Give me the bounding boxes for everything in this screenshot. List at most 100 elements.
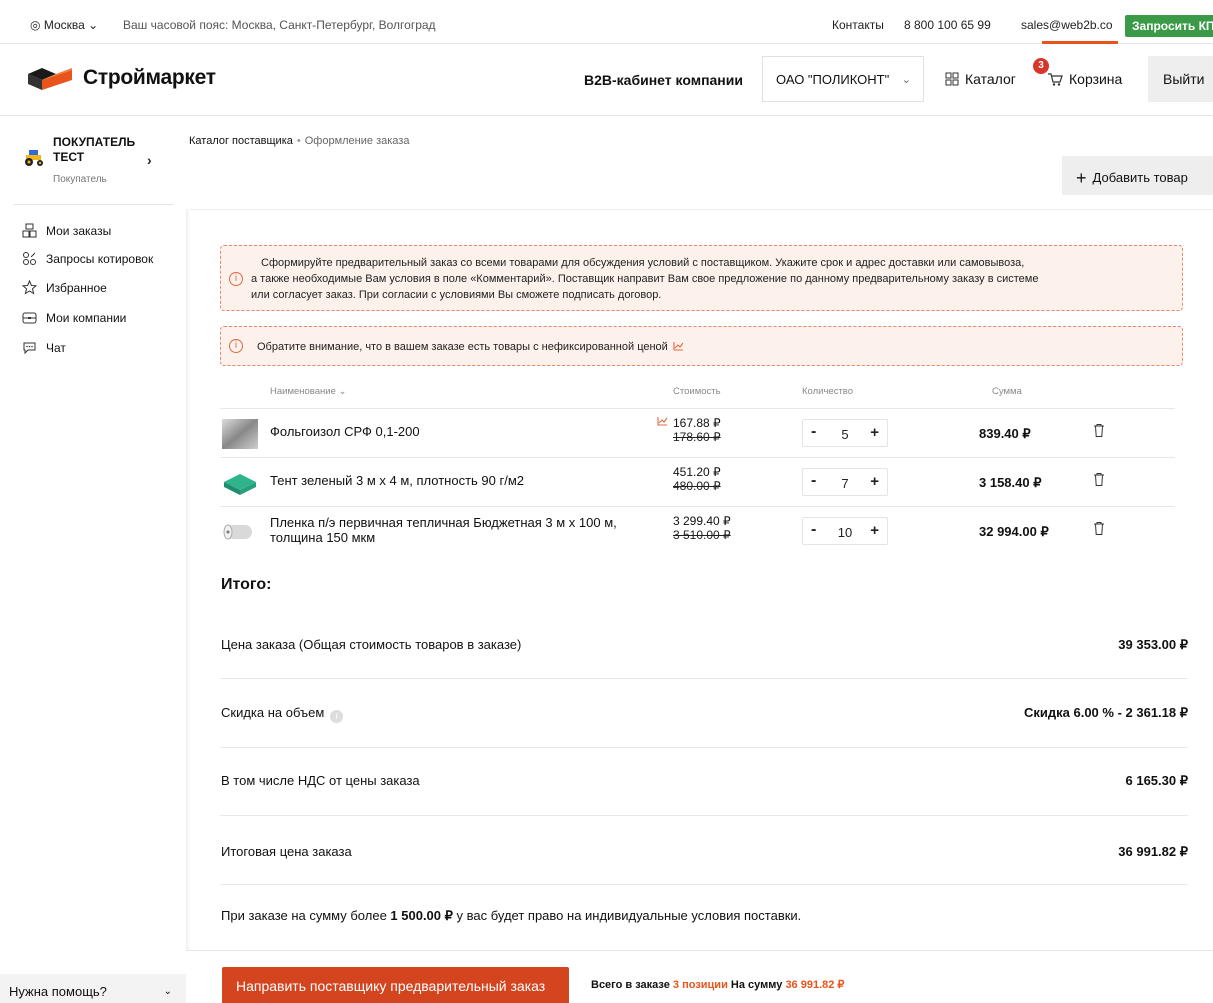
catalog-grid-icon — [945, 72, 959, 86]
notice-text: Обратите внимание, что в вашем заказе ес… — [257, 341, 668, 353]
product-name[interactable]: Фольгоизол СРФ 0,1-200 — [270, 424, 670, 439]
add-product-label: Добавить товар — [1092, 170, 1188, 185]
column-header-quantity: Количество — [802, 386, 854, 397]
orders-icon — [22, 223, 37, 238]
row-sum: 32 994.00 ₽ — [979, 524, 1049, 539]
divider — [220, 678, 1188, 679]
order-info-notice: i Сформируйте предварительный заказ со в… — [220, 245, 1183, 311]
user-name: ПОКУПАТЕЛЬ ТЕСТ — [53, 135, 135, 165]
logout-button[interactable]: Выйти — [1148, 56, 1213, 102]
chevron-down-icon: ⌄ — [901, 74, 911, 86]
info-icon: i — [229, 339, 243, 353]
divider — [220, 815, 1188, 816]
row-sum: 839.40 ₽ — [979, 426, 1031, 441]
column-header-sum: Сумма — [992, 386, 1022, 397]
info-icon[interactable]: i — [330, 710, 344, 723]
sidebar-item-label: Запросы котировок — [46, 252, 154, 266]
cart-icon — [1048, 73, 1063, 86]
contacts-link[interactable]: Контакты — [832, 18, 884, 32]
current-price: 3 299.40 ₽ — [673, 514, 731, 528]
user-role: Покупатель — [53, 174, 107, 185]
summary-sum-value: 36 991.82 ₽ — [785, 979, 845, 991]
column-header-label: Наименование — [270, 386, 336, 397]
company-select-value: ОАО "ПОЛИКОНТ" — [776, 72, 890, 87]
sidebar-item-quotes[interactable]: Запросы котировок — [22, 251, 153, 266]
timezone-text: Ваш часовой пояс: Москва, Санкт-Петербур… — [123, 18, 436, 32]
summary-positions: 3 позиции — [672, 979, 728, 991]
sidebar: ПОКУПАТЕЛЬ ТЕСТ Покупатель › Мои заказы … — [0, 116, 186, 1003]
panel-shadow — [186, 209, 190, 1003]
old-price: 3 510.00 ₽ — [673, 528, 731, 542]
chevron-down-icon: ⌄ — [338, 386, 347, 397]
increment-button[interactable]: + — [870, 522, 879, 539]
sidebar-item-companies[interactable]: Мои компании — [22, 310, 126, 325]
discount-label-text: Скидка на объем — [221, 705, 325, 720]
sidebar-item-label: Избранное — [46, 281, 107, 295]
sidebar-item-chat[interactable]: Чат — [22, 340, 66, 355]
breadcrumb-parent[interactable]: Каталог поставщика — [189, 135, 293, 147]
plus-icon: + — [1076, 168, 1087, 188]
trash-icon[interactable] — [1093, 423, 1105, 438]
catalog-label: Каталог — [965, 71, 1016, 87]
product-name-line: Пленка п/э первичная тепличная Бюджетная… — [270, 515, 617, 530]
trash-icon[interactable] — [1093, 521, 1105, 536]
product-thumbnail[interactable] — [222, 468, 258, 498]
quantity-stepper: - 10 + — [802, 517, 888, 545]
product-thumbnail[interactable] — [222, 517, 258, 547]
product-name[interactable]: Тент зеленый 3 м х 4 м, плотность 90 г/м… — [270, 473, 670, 488]
catalog-link[interactable]: Каталог — [945, 71, 1016, 87]
column-header-name[interactable]: Наименование ⌄ — [270, 386, 346, 397]
chevron-down-icon: ⌄ — [163, 986, 172, 997]
old-price: 178.60 ₽ — [673, 430, 721, 444]
main-content: Каталог поставщика • Оформление заказа + До… — [186, 116, 1213, 1003]
logo-icon[interactable] — [26, 64, 74, 92]
phone-link[interactable]: 8 800 100 65 99 — [904, 18, 991, 32]
sidebar-item-label: Мои заказы — [46, 224, 112, 238]
sidebar-item-label: Мои компании — [46, 311, 127, 325]
submit-preorder-button[interactable]: Направить поставщику предварительный зак… — [222, 967, 569, 1003]
increment-button[interactable]: + — [870, 473, 879, 490]
logo-text[interactable]: Строймаркет — [83, 66, 216, 90]
company-select[interactable]: ОАО "ПОЛИКОНТ" ⌄ — [762, 56, 924, 102]
help-label: Нужна помощь? — [9, 984, 107, 999]
floating-price-icon — [657, 417, 668, 426]
product-thumbnail[interactable] — [222, 419, 258, 449]
divider — [220, 747, 1188, 748]
price-warning-notice: i Обратите внимание, что в вашем заказе … — [220, 326, 1183, 366]
city-selector[interactable]: ◎ Москва ⌄ — [30, 18, 98, 32]
row-sum: 3 158.40 ₽ — [979, 475, 1042, 490]
trash-icon[interactable] — [1093, 472, 1105, 487]
quantity-stepper: - 7 + — [802, 468, 888, 496]
cart-link[interactable]: Корзина — [1047, 71, 1122, 87]
notice-line: а также необходимые Вам условия в поле «… — [251, 273, 1039, 285]
help-toggle[interactable]: Нужна помощь? ⌄ — [0, 974, 186, 1003]
b2b-cabinet-label: B2B-кабинет компании — [584, 72, 743, 88]
tractor-avatar-icon — [25, 150, 43, 166]
bottom-action-bar: Направить поставщику предварительный зак… — [186, 950, 1213, 1003]
add-product-button[interactable]: + Добавить товар — [1062, 156, 1213, 195]
discount-label: Скидка на объем i — [221, 705, 344, 723]
increment-button[interactable]: + — [870, 424, 879, 441]
breadcrumb-current: Оформление заказа — [304, 135, 410, 147]
current-price: 451.20 ₽ — [673, 465, 721, 479]
city-label: Москва — [43, 18, 85, 32]
email-link[interactable]: sales@web2b.co — [1021, 18, 1113, 32]
floating-price-icon — [673, 342, 684, 351]
request-quote-button[interactable]: Запросить КП — [1125, 15, 1213, 37]
sidebar-item-favorites[interactable]: Избранное — [22, 280, 107, 295]
user-name-line2: ТЕСТ — [53, 150, 85, 164]
star-icon — [22, 280, 37, 295]
briefcase-icon — [22, 312, 37, 324]
sidebar-item-orders[interactable]: Мои заказы — [22, 223, 111, 238]
table-row: Тент зеленый 3 м х 4 м, плотность 90 г/м… — [220, 457, 1175, 506]
divider — [14, 204, 174, 205]
final-price-label: Итоговая цена заказа — [221, 844, 352, 859]
chevron-down-icon: ⌄ — [88, 18, 99, 32]
table-row: Пленка п/э первичная тепличная Бюджетная… — [220, 506, 1175, 558]
order-summary: Всего в заказе 3 позиции На сумму 36 991… — [591, 978, 844, 991]
user-profile[interactable]: ПОКУПАТЕЛЬ ТЕСТ Покупатель › — [0, 116, 186, 212]
note-amount: 1 500.00 ₽ — [390, 908, 453, 923]
product-name[interactable]: Пленка п/э первичная тепличная Бюджетная… — [270, 515, 670, 545]
conditions-note: При заказе на сумму более 1 500.00 ₽ у в… — [221, 908, 801, 924]
chat-icon — [23, 342, 36, 355]
